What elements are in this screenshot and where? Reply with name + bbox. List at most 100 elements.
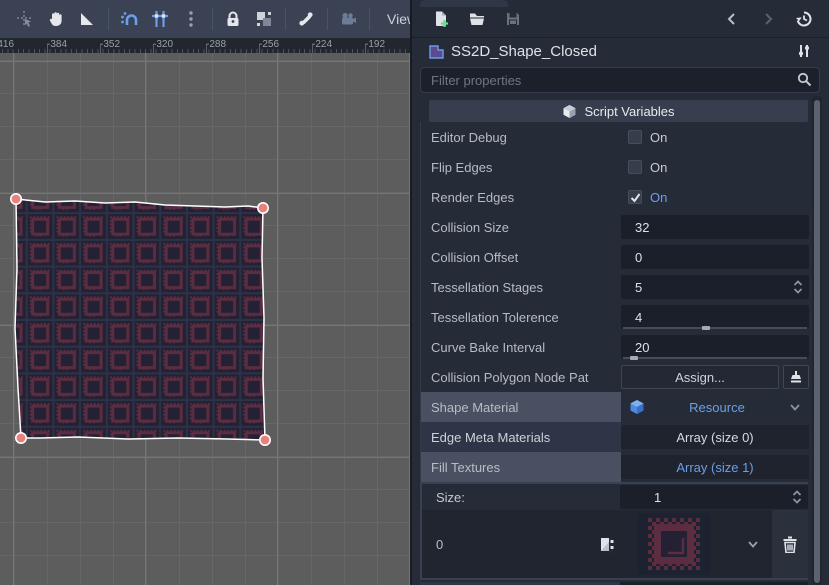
property-label: Collision Size xyxy=(421,212,621,242)
array-size-caption: Size: xyxy=(422,490,620,505)
shape-polygon[interactable] xyxy=(15,199,265,440)
toolbar-separator xyxy=(212,8,213,30)
ruler-label: -384 xyxy=(47,39,67,50)
curve-bake-interval-slider[interactable]: 20 xyxy=(621,335,809,359)
save-resource-icon[interactable] xyxy=(500,6,526,32)
spinner-icon[interactable] xyxy=(792,489,802,505)
property-row-edge-meta-materials: Edge Meta Materials Array (size 0) xyxy=(420,422,808,452)
slider-track[interactable] xyxy=(623,357,807,359)
pick-node-button[interactable] xyxy=(783,365,809,389)
history-back-icon[interactable] xyxy=(719,6,745,32)
field-value: 0 xyxy=(621,250,642,265)
property-label: Editor Debug xyxy=(421,122,621,152)
resource-cube-icon xyxy=(629,399,645,415)
property-row-tessellation-stages: Tessellation Stages 5 xyxy=(420,272,808,302)
tessellation-tolerence-slider[interactable]: 4 xyxy=(621,305,809,329)
smart-snap-icon[interactable] xyxy=(116,6,142,32)
collision-size-field[interactable]: 32 xyxy=(621,215,809,239)
category-script-variables[interactable]: Script Variables xyxy=(429,100,808,122)
property-label: Tessellation Tolerence xyxy=(421,302,621,332)
properties-list: Script Variables Editor Debug On Flip Ed… xyxy=(420,96,808,585)
load-resource-icon[interactable] xyxy=(464,6,490,32)
camera-icon[interactable] xyxy=(335,6,361,32)
fill-textures-array-button[interactable]: Array (size 1) xyxy=(621,455,809,479)
slider-track[interactable] xyxy=(623,327,807,329)
inspector-dock: SS2D_Shape_Closed Script Variables Edito… xyxy=(410,0,829,585)
ruler-mode-icon[interactable] xyxy=(74,6,100,32)
property-label[interactable]: Edge Meta Materials xyxy=(421,422,621,452)
texture-preview[interactable] xyxy=(637,513,711,575)
property-row-collision-polygon-node-path: Collision Polygon Node Pat Assign... xyxy=(420,362,808,392)
field-value: 4 xyxy=(621,310,642,325)
snap-options-icon[interactable] xyxy=(178,6,204,32)
extra-tools-icon[interactable] xyxy=(791,38,817,64)
property-row-editor-debug: Editor Debug On xyxy=(420,122,808,152)
bone-icon[interactable] xyxy=(293,6,319,32)
property-label: Flip Edges xyxy=(421,152,621,182)
group-selection-icon[interactable] xyxy=(251,6,277,32)
inspector-scrollbar[interactable] xyxy=(812,96,822,585)
spinner-icon[interactable] xyxy=(793,279,803,295)
scrollbar-thumb[interactable] xyxy=(814,100,820,583)
edit-resource-icon[interactable] xyxy=(598,536,615,553)
toolbar-separator xyxy=(108,8,109,30)
property-row-collision-size: Collision Size 32 xyxy=(420,212,808,242)
fill-textures-array-editor: Size: 1 0 xyxy=(420,482,808,580)
property-row-flip-edges: Flip Edges On xyxy=(420,152,808,182)
canvas-area: View -416 -384 -352 -320 -288 -256 -224 … xyxy=(0,0,410,585)
array-size-label: Array (size 0) xyxy=(676,430,753,445)
node-type-icon xyxy=(428,43,445,60)
search-icon xyxy=(797,72,812,87)
slider-grabber[interactable] xyxy=(702,326,710,330)
array-size-label: Array (size 1) xyxy=(676,460,753,475)
pick-node-icon xyxy=(789,370,803,384)
array-size-spinbox[interactable]: 1 xyxy=(620,485,808,509)
history-forward-icon[interactable] xyxy=(755,6,781,32)
checkbox-label: On xyxy=(650,190,667,205)
edge-meta-materials-array-button[interactable]: Array (size 0) xyxy=(621,425,809,449)
godot-editor: View -416 -384 -352 -320 -288 -256 -224 … xyxy=(0,0,829,585)
ruler-label: -352 xyxy=(100,39,120,50)
delete-element-button[interactable] xyxy=(772,510,808,578)
ruler-label: -320 xyxy=(153,39,173,50)
render-edges-checkbox[interactable] xyxy=(628,190,642,204)
property-row-render-edges: Render Edges On xyxy=(420,182,808,212)
canvas-toolbar: View xyxy=(0,0,410,38)
ruler-label: -224 xyxy=(312,39,332,50)
drag-tool-icon[interactable] xyxy=(12,6,38,32)
property-label[interactable]: Fill Textures xyxy=(421,452,621,482)
property-label: Curve Bake Interval xyxy=(421,332,621,362)
filter-properties-input[interactable] xyxy=(420,67,820,93)
property-row-curve-bake-interval: Curve Bake Interval 20 xyxy=(420,332,808,362)
flip-edges-checkbox[interactable] xyxy=(628,160,642,174)
history-icon[interactable] xyxy=(791,6,817,32)
collision-offset-field[interactable]: 0 xyxy=(621,245,809,269)
slider-grabber[interactable] xyxy=(630,356,638,360)
tessellation-stages-spinbox[interactable]: 5 xyxy=(621,275,809,299)
chevron-down-icon xyxy=(789,401,801,413)
property-label[interactable]: Shape Material xyxy=(421,392,621,422)
script-icon xyxy=(562,104,577,119)
chevron-down-icon[interactable] xyxy=(747,538,759,550)
ruler-label: -192 xyxy=(365,39,385,50)
lock-icon[interactable] xyxy=(220,6,246,32)
checkbox-label: On xyxy=(650,160,667,175)
new-resource-icon[interactable] xyxy=(428,6,454,32)
ruler-label: -416 xyxy=(0,39,14,50)
editor-debug-checkbox[interactable] xyxy=(628,130,642,144)
property-label: Tessellation Stages xyxy=(421,272,621,302)
node-name: SS2D_Shape_Closed xyxy=(451,43,791,60)
ruler-label: -256 xyxy=(259,39,279,50)
resource-label: Resource xyxy=(645,400,789,415)
toolbar-separator xyxy=(285,8,286,30)
selected-node-row: SS2D_Shape_Closed xyxy=(412,38,829,64)
assign-node-path-button[interactable]: Assign... xyxy=(621,365,779,389)
inspector-toolbar xyxy=(412,2,829,36)
2d-viewport[interactable] xyxy=(0,53,410,585)
pan-tool-icon[interactable] xyxy=(43,6,69,32)
shape-material-resource-dropdown[interactable]: Resource xyxy=(621,395,809,419)
property-row-shape-material: Shape Material Resource xyxy=(420,392,808,422)
array-element-row: 0 xyxy=(422,510,808,578)
grid-snap-icon[interactable] xyxy=(147,6,173,32)
assign-button-label: Assign... xyxy=(675,370,725,385)
